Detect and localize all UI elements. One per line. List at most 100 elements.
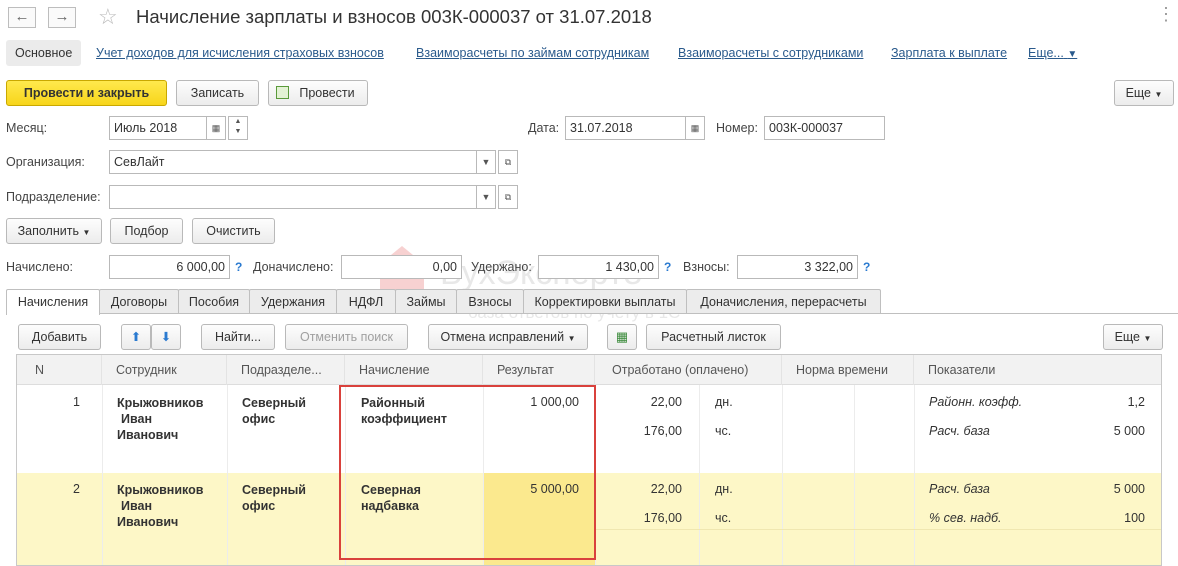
tab-contracts[interactable]: Договоры <box>99 289 179 314</box>
employee-name: Крыжовников Иван Иванович <box>117 483 204 529</box>
nav-more-label: Еще... <box>1028 46 1064 60</box>
select-button[interactable]: Подбор <box>110 218 183 244</box>
month-spinner[interactable]: ▲ ▼ <box>228 116 248 140</box>
favorite-star-icon[interactable]: ☆ <box>98 4 118 30</box>
nav-link-insurance-income[interactable]: Учет доходов для исчисления страховых вз… <box>96 46 384 60</box>
tab-accruals[interactable]: Начисления <box>6 289 100 315</box>
tab-recalculations[interactable]: Доначисления, перерасчеты <box>686 289 881 314</box>
indicator-value: 5 000 <box>1113 482 1145 496</box>
indicator-value: 100 <box>1124 511 1145 525</box>
fill-label: Заполнить <box>17 224 79 238</box>
calendar-icon[interactable]: ▦ <box>685 116 705 140</box>
help-icon[interactable]: ? <box>664 260 671 274</box>
move-up-icon[interactable]: ⬆ <box>121 324 151 350</box>
worked-hours: 176,00 <box>643 511 682 525</box>
more-label: Еще <box>1125 86 1152 100</box>
tab-contributions[interactable]: Взносы <box>456 289 524 314</box>
employee-name: Крыжовников Иван Иванович <box>117 396 204 442</box>
nav-link-loans[interactable]: Взаиморасчеты по займам сотрудникам <box>416 46 649 60</box>
table-settings-icon[interactable]: ▦ <box>607 324 637 350</box>
indicator-name: Расч. база <box>929 482 990 496</box>
row-number: 2 <box>73 482 80 496</box>
nav-link-more[interactable]: Еще... ▼ <box>1028 46 1077 60</box>
date-input[interactable]: 31.07.2018 <box>565 116 686 140</box>
post-icon <box>276 86 289 99</box>
fill-button[interactable]: Заполнить ▼ <box>6 218 102 244</box>
cancel-fixes-label: Отмена исправлений <box>440 330 565 344</box>
nav-main[interactable]: Основное <box>6 40 82 66</box>
table-header: N Сотрудник Подразделе... Начисление Рез… <box>17 355 1161 385</box>
tab-loans[interactable]: Займы <box>395 289 457 314</box>
tab-benefits[interactable]: Пособия <box>178 289 250 314</box>
forward-button[interactable]: → <box>48 7 76 28</box>
help-icon[interactable]: ? <box>863 260 870 274</box>
contrib-value: 3 322,00 <box>737 255 858 279</box>
col-department[interactable]: Подразделе... <box>227 355 345 385</box>
post-button-label: Провести <box>299 86 355 100</box>
cancel-search-button[interactable]: Отменить поиск <box>285 324 408 350</box>
dept-label: Подразделение: <box>6 190 101 204</box>
clear-button[interactable]: Очистить <box>192 218 275 244</box>
number-input[interactable]: 003К-000037 <box>764 116 885 140</box>
col-employee[interactable]: Сотрудник <box>102 355 227 385</box>
chevron-down-icon: ▼ <box>1143 334 1152 343</box>
write-button[interactable]: Записать <box>176 80 259 106</box>
tab-deductions[interactable]: Удержания <box>249 289 337 314</box>
contrib-label: Взносы: <box>683 260 730 274</box>
org-label: Организация: <box>6 155 85 169</box>
col-worked[interactable]: Отработано (оплачено) <box>595 355 782 385</box>
month-input[interactable]: Июль 2018 <box>109 116 207 140</box>
worked-days-unit: дн. <box>715 395 733 409</box>
more-menu-icon[interactable]: ⋮ <box>1157 4 1175 25</box>
post-and-close-button[interactable]: Провести и закрыть <box>6 80 167 106</box>
open-icon[interactable]: ⧉ <box>498 185 518 209</box>
post-button[interactable]: Провести <box>268 80 368 106</box>
month-label: Месяц: <box>6 121 48 135</box>
payslip-button[interactable]: Расчетный листок <box>646 324 781 350</box>
org-input[interactable]: СевЛайт <box>109 150 477 174</box>
nav-link-settlements[interactable]: Взаиморасчеты с сотрудниками <box>678 46 863 60</box>
tab-payout-corrections[interactable]: Корректировки выплаты <box>523 289 687 314</box>
date-label: Дата: <box>528 121 560 135</box>
row-number: 1 <box>73 395 80 409</box>
help-icon[interactable]: ? <box>235 260 242 274</box>
accrued-label: Начислено: <box>6 260 74 274</box>
col-n[interactable]: N <box>17 355 102 385</box>
calendar-icon[interactable]: ▦ <box>206 116 226 140</box>
dept-input[interactable] <box>109 185 477 209</box>
tab-ndfl[interactable]: НДФЛ <box>336 289 396 314</box>
chevron-down-icon: ▼ <box>567 334 576 343</box>
highlight-box <box>339 385 596 560</box>
indicator-name: Расч. база <box>929 424 990 438</box>
col-indicators[interactable]: Показатели <box>914 355 1161 385</box>
chevron-down-icon: ▼ <box>1067 49 1078 60</box>
col-result[interactable]: Результат <box>483 355 595 385</box>
move-down-icon[interactable]: ⬇ <box>151 324 181 350</box>
worked-hours-unit: чс. <box>715 511 732 525</box>
add-button[interactable]: Добавить <box>18 324 101 350</box>
department-name: Северный офис <box>242 396 306 426</box>
col-norm[interactable]: Норма времени <box>782 355 914 385</box>
number-label: Номер: <box>716 121 758 135</box>
col-accrual[interactable]: Начисление <box>345 355 483 385</box>
cancel-fixes-button[interactable]: Отмена исправлений ▼ <box>428 324 588 350</box>
department-name: Северный офис <box>242 483 306 513</box>
nav-link-salary-payout[interactable]: Зарплата к выплате <box>891 46 1007 60</box>
find-button[interactable]: Найти... <box>201 324 275 350</box>
chevron-down-icon: ▼ <box>82 228 91 237</box>
withheld-value: 1 430,00 <box>538 255 659 279</box>
worked-days: 22,00 <box>650 395 682 409</box>
indicator-value: 1,2 <box>1127 395 1145 409</box>
indicator-value: 5 000 <box>1113 424 1145 438</box>
indicator-name: Районн. коэфф. <box>929 395 1023 409</box>
back-button[interactable]: ← <box>8 7 36 28</box>
grid-more-button[interactable]: Еще ▼ <box>1103 324 1163 350</box>
worked-days: 22,00 <box>650 482 682 496</box>
worked-hours: 176,00 <box>643 424 682 438</box>
more-actions-button[interactable]: Еще ▼ <box>1114 80 1174 106</box>
dropdown-icon[interactable]: ▼ <box>476 150 496 174</box>
open-icon[interactable]: ⧉ <box>498 150 518 174</box>
worked-hours-unit: чс. <box>715 424 732 438</box>
dropdown-icon[interactable]: ▼ <box>476 185 496 209</box>
withheld-label: Удержано: <box>471 260 532 274</box>
